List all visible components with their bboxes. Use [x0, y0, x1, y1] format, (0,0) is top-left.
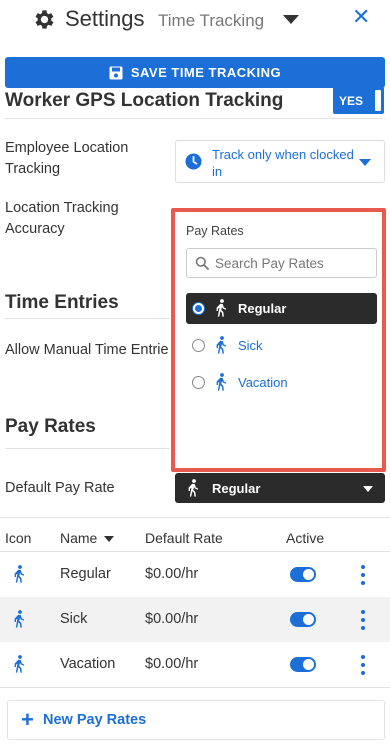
more-options-icon[interactable] [360, 655, 366, 675]
active-toggle[interactable] [290, 567, 316, 582]
divider [5, 448, 170, 449]
option-label: Vacation [238, 375, 288, 390]
employee-location-label: Employee Location Tracking [5, 140, 129, 177]
active-toggle[interactable] [290, 612, 316, 627]
table-row[interactable]: Sick $0.00/hr [0, 597, 390, 642]
row-name: Sick [60, 611, 88, 627]
option-label: Sick [238, 338, 263, 353]
default-pay-rate-value: Regular [212, 481, 261, 496]
pay-rates-dropdown: Pay Rates Search Pay Rates Regular Sick … [171, 208, 386, 472]
divider [5, 118, 385, 119]
radio-selected[interactable] [192, 302, 205, 315]
toggle-knob [375, 90, 381, 111]
header: Settings Time Tracking ✕ [0, 0, 390, 40]
column-header-icon: Icon [5, 530, 32, 546]
column-header-default-rate: Default Rate [145, 530, 223, 546]
active-toggle[interactable] [290, 657, 316, 672]
gear-icon[interactable] [32, 7, 57, 32]
divider [0, 517, 390, 518]
radio-unselected[interactable] [192, 339, 205, 352]
search-placeholder: Search Pay Rates [215, 256, 324, 271]
gps-tracking-toggle[interactable]: YES [333, 87, 384, 114]
page-title: Settings [65, 6, 145, 31]
column-header-active: Active [286, 530, 325, 546]
more-options-icon[interactable] [360, 565, 366, 585]
close-icon[interactable]: ✕ [352, 4, 370, 30]
plus-icon: + [21, 707, 34, 732]
clock-icon [185, 153, 202, 170]
table-row[interactable]: Regular $0.00/hr [0, 552, 390, 597]
row-name: Regular [60, 566, 111, 582]
column-header-name[interactable]: Name [60, 530, 115, 546]
radio-unselected[interactable] [192, 376, 205, 389]
walking-person-icon [216, 373, 227, 391]
default-pay-rate-label: Default Pay Rate [5, 480, 115, 496]
row-rate: $0.00/hr [145, 656, 199, 672]
walking-person-icon [14, 565, 25, 583]
pay-rate-option-regular[interactable]: Regular [186, 293, 377, 324]
pay-rate-option-vacation[interactable]: Vacation [186, 367, 377, 398]
default-pay-rate-select[interactable]: Regular [175, 473, 385, 503]
pay-rates-title: Pay Rates [5, 416, 96, 437]
search-pay-rates-input[interactable]: Search Pay Rates [186, 248, 377, 278]
row-rate: $0.00/hr [145, 566, 199, 582]
save-time-tracking-button[interactable]: SAVE TIME TRACKING [5, 57, 385, 88]
time-entries-title: Time Entries [5, 292, 119, 313]
accuracy-label: Location Tracking Accuracy [5, 200, 119, 237]
dropdown-title: Pay Rates [186, 224, 244, 238]
walking-person-icon [14, 610, 25, 628]
option-label: Regular [238, 301, 287, 316]
column-header-name-label: Name [60, 530, 98, 546]
walking-person-icon [14, 655, 25, 673]
save-button-label: SAVE TIME TRACKING [130, 65, 282, 80]
gps-section-title: Worker GPS Location Tracking [5, 90, 284, 111]
divider [0, 687, 390, 688]
new-pay-rates-button[interactable]: + New Pay Rates [7, 700, 385, 740]
sort-down-icon [104, 536, 115, 543]
pay-rate-option-sick[interactable]: Sick [186, 330, 377, 361]
new-pay-rates-label: New Pay Rates [43, 712, 147, 728]
settings-section-selector[interactable]: Time Tracking [158, 11, 264, 31]
employee-location-select[interactable]: Track only when clocked in [175, 140, 385, 183]
row-rate: $0.00/hr [145, 611, 199, 627]
floppy-disk-icon [109, 66, 123, 79]
chevron-down-icon[interactable] [283, 15, 299, 24]
walking-person-icon [188, 479, 199, 497]
employee-location-value: Track only when clocked [212, 147, 354, 162]
divider [5, 318, 170, 319]
walking-person-icon [216, 299, 227, 317]
employee-location-value-cont: in [212, 164, 223, 179]
search-icon [195, 256, 209, 270]
table-row[interactable]: Vacation $0.00/hr [0, 642, 390, 687]
chevron-down-icon [363, 486, 373, 492]
toggle-label: YES [339, 94, 364, 108]
chevron-down-icon [359, 159, 371, 166]
row-name: Vacation [60, 656, 116, 672]
manual-time-entries-label: Allow Manual Time Entrie [5, 342, 169, 358]
more-options-icon[interactable] [360, 610, 366, 630]
walking-person-icon [216, 336, 227, 354]
